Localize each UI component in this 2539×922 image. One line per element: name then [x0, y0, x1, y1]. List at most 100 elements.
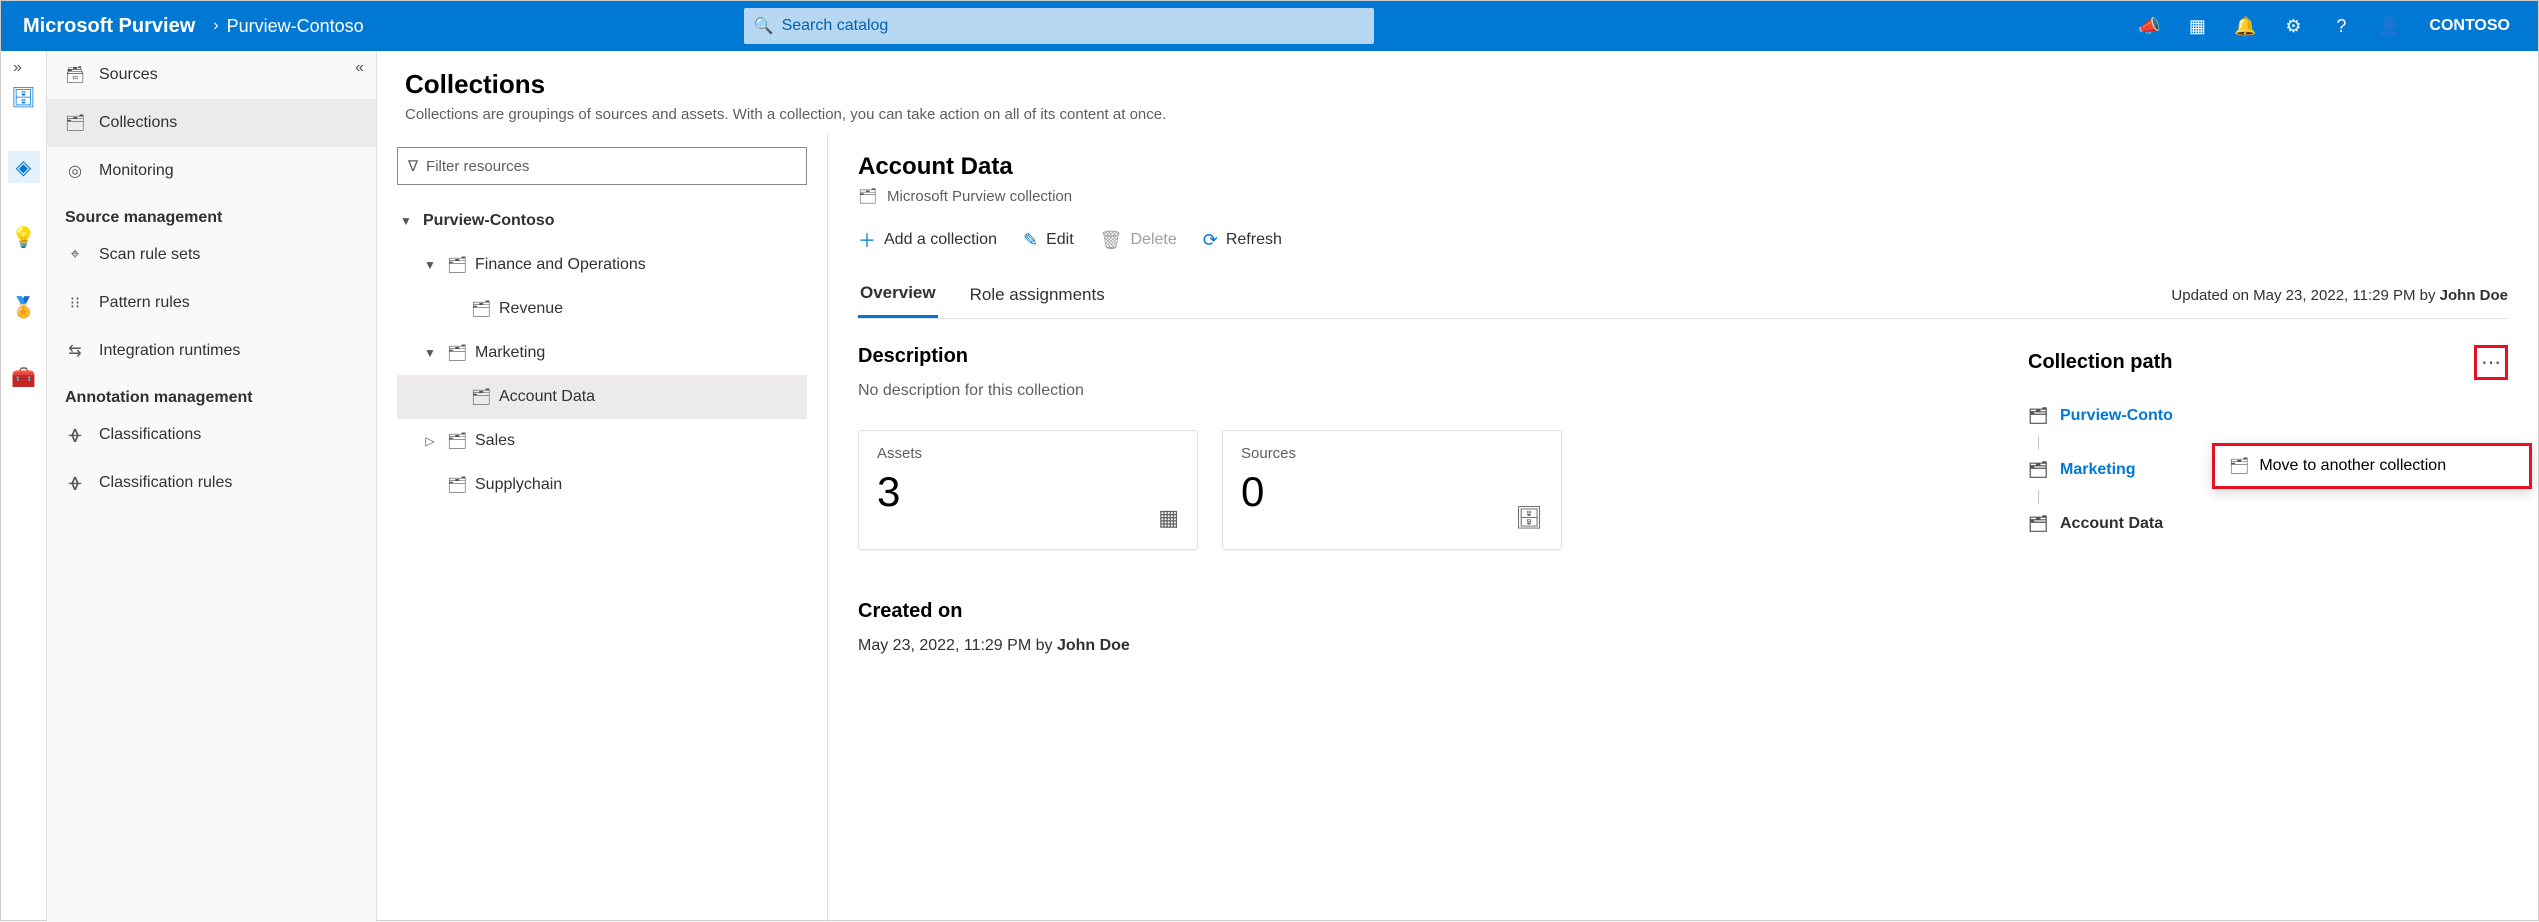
tree-supplychain[interactable]: 🗂Supplychain	[397, 463, 807, 507]
database-icon: 🗃	[65, 65, 85, 85]
rail-data-icon[interactable]: 🗄	[8, 81, 40, 113]
target-icon: ◎	[65, 161, 85, 181]
collection-icon: 🗂	[447, 255, 467, 275]
nav-group-source-management: Source management	[47, 195, 376, 231]
classification-rules-icon: ᚖ	[65, 473, 85, 493]
refresh-icon: ⟳	[1203, 230, 1218, 251]
sources-card[interactable]: Sources 0 🗄	[1222, 430, 1562, 550]
caret-down-icon[interactable]: ▼	[421, 258, 439, 272]
move-collection-menu-item[interactable]: 🗂 Move to another collection	[2212, 443, 2532, 489]
created-title: Created on	[858, 600, 1988, 623]
user-label[interactable]: CONTOSO	[2413, 17, 2526, 35]
top-bar: Microsoft Purview › Purview-Contoso 🔍 Se…	[1, 1, 2538, 51]
classification-icon: ᚖ	[65, 425, 85, 445]
expand-icon[interactable]: »	[13, 59, 22, 77]
database-icon: 🗄	[1515, 505, 1543, 531]
created-text: May 23, 2022, 11:29 PM by John Doe	[858, 637, 1988, 655]
filter-input[interactable]: ∇ Filter resources	[397, 147, 807, 185]
plus-icon: ＋	[858, 227, 876, 253]
bell-icon[interactable]: 🔔	[2221, 1, 2269, 51]
tree-marketing[interactable]: ▼🗂Marketing	[397, 331, 807, 375]
nav-scan-rule-sets[interactable]: ⌖Scan rule sets	[47, 231, 376, 279]
nav-collections[interactable]: 🗂Collections	[47, 99, 376, 147]
updated-text: Updated on May 23, 2022, 11:29 PM by Joh…	[2171, 287, 2508, 304]
grid-icon[interactable]: ▦	[2173, 1, 2221, 51]
assets-card[interactable]: Assets 3 ▦	[858, 430, 1198, 550]
add-collection-button[interactable]: ＋Add a collection	[858, 227, 997, 253]
megaphone-icon[interactable]: 📣	[2125, 1, 2173, 51]
rail-datamap-icon[interactable]: ◈	[8, 151, 40, 183]
delete-button: 🗑Delete	[1100, 230, 1177, 251]
path-root[interactable]: 🗂Purview-Conto	[2028, 396, 2508, 436]
tree-sales[interactable]: ▷🗂Sales	[397, 419, 807, 463]
description-text: No description for this collection	[858, 382, 1988, 400]
tab-role-assignments[interactable]: Role assignments	[968, 275, 1107, 317]
collapse-icon[interactable]: «	[355, 59, 364, 77]
move-label: Move to another collection	[2259, 457, 2446, 475]
page-subtitle: Collections are groupings of sources and…	[405, 106, 2510, 123]
collection-icon: 🗂	[2028, 406, 2048, 426]
more-actions-button[interactable]: ⋯	[2481, 352, 2501, 374]
integration-icon: ⇆	[65, 341, 85, 361]
tree-column: ∇ Filter resources ▼Purview-Contoso ▼ 🗂 Fi…	[377, 133, 827, 922]
nav-pattern-rules[interactable]: ⁝⁝Pattern rules	[47, 279, 376, 327]
rail-policy-icon[interactable]: 🏅	[8, 291, 40, 323]
collection-path-title: Collection path	[2028, 351, 2172, 374]
refresh-button[interactable]: ⟳Refresh	[1203, 230, 1282, 251]
collection-icon: 🗂	[2028, 460, 2048, 480]
more-actions-highlight: ⋯	[2474, 345, 2508, 380]
rail-management-icon[interactable]: 🧰	[8, 361, 40, 393]
nav-monitoring[interactable]: ◎Monitoring	[47, 147, 376, 195]
tree-revenue[interactable]: 🗂Revenue	[397, 287, 807, 331]
nav-integration-runtimes[interactable]: ⇆Integration runtimes	[47, 327, 376, 375]
table-icon: ▦	[1158, 505, 1179, 531]
caret-right-icon[interactable]: ▷	[421, 434, 439, 448]
nav-classification-rules[interactable]: ᚖClassification rules	[47, 459, 376, 507]
path-current: 🗂Account Data	[2028, 504, 2508, 544]
sources-label: Sources	[1241, 445, 1543, 462]
detail-pane: Account Data 🗂 Microsoft Purview collecti…	[827, 133, 2538, 922]
left-nav: « 🗃Sources 🗂Collections ◎Monitoring Sour…	[47, 51, 377, 922]
tree-finance[interactable]: ▼🗂Finance and Operations	[397, 243, 807, 287]
search-input[interactable]: 🔍 Search catalog	[744, 8, 1374, 44]
filter-placeholder: Filter resources	[426, 158, 529, 175]
nav-classifications[interactable]: ᚖClassifications	[47, 411, 376, 459]
search-placeholder: Search catalog	[782, 17, 889, 35]
assets-label: Assets	[877, 445, 1179, 462]
collection-icon: 🗂	[471, 387, 491, 407]
gear-icon[interactable]: ⚙	[2269, 1, 2317, 51]
brand[interactable]: Microsoft Purview	[13, 15, 205, 38]
nav-group-annotation-management: Annotation management	[47, 375, 376, 411]
collection-icon: 🗂	[447, 343, 467, 363]
caret-down-icon[interactable]: ▼	[421, 346, 439, 360]
assets-value: 3	[877, 468, 1179, 516]
collection-icon: 🗂	[471, 299, 491, 319]
pattern-icon: ⁝⁝	[65, 293, 85, 313]
detail-subtitle: Microsoft Purview collection	[887, 188, 1072, 205]
collection-icon: 🗂	[858, 187, 877, 205]
description-title: Description	[858, 345, 1988, 368]
feedback-icon[interactable]: 👤	[2365, 1, 2413, 51]
edit-button[interactable]: ✎Edit	[1023, 230, 1074, 251]
tab-overview[interactable]: Overview	[858, 273, 938, 318]
detail-title: Account Data	[858, 153, 2508, 181]
search-icon: 🔍	[754, 16, 774, 36]
tree-root[interactable]: ▼Purview-Contoso	[397, 199, 807, 243]
breadcrumb-account[interactable]: Purview-Contoso	[227, 16, 364, 37]
scan-icon: ⌖	[65, 246, 85, 264]
help-icon[interactable]: ?	[2317, 1, 2365, 51]
tree-account-data[interactable]: 🗂Account Data	[397, 375, 807, 419]
collection-icon: 🗂	[447, 475, 467, 495]
collection-icon: 🗂	[2028, 514, 2048, 534]
chevron-right-icon: ›	[213, 17, 218, 35]
page-header: Collections Collections are groupings of…	[377, 51, 2538, 133]
collection-icon: 🗂	[65, 113, 85, 133]
pencil-icon: ✎	[1023, 230, 1038, 251]
caret-down-icon[interactable]: ▼	[397, 214, 415, 228]
nav-sources[interactable]: 🗃Sources	[47, 51, 376, 99]
filter-icon: ∇	[408, 157, 418, 175]
move-icon: 🗂	[2229, 456, 2249, 476]
left-rail: » 🗄 ◈ 💡 🏅 🧰	[1, 51, 47, 922]
rail-insights-icon[interactable]: 💡	[8, 221, 40, 253]
page-title: Collections	[405, 69, 2510, 100]
